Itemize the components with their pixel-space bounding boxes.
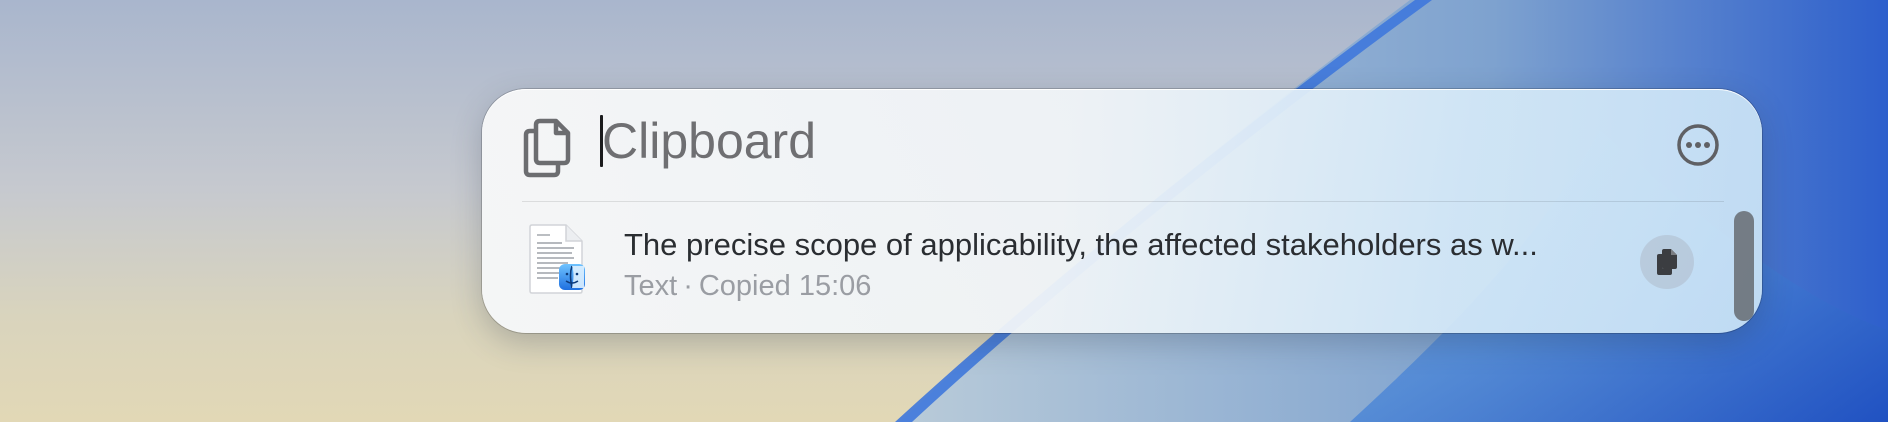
ellipsis-circle-icon[interactable] [1676, 123, 1720, 167]
divider [522, 201, 1724, 202]
copy-button[interactable] [1640, 235, 1694, 289]
search-input[interactable] [602, 109, 1502, 173]
result-copied-time: Copied 15:06 [698, 270, 872, 302]
result-kind: Text [624, 270, 678, 302]
copy-icon [1657, 249, 1677, 275]
scrollbar-thumb[interactable] [1734, 211, 1754, 321]
result-title: The precise scope of applicability, the … [624, 227, 1538, 262]
spotlight-panel: The precise scope of applicability, the … [482, 89, 1762, 333]
finder-icon [558, 263, 586, 291]
clipboard-result-row[interactable]: The precise scope of applicability, the … [512, 207, 1710, 313]
result-meta: Text · Copied 15:06 [624, 270, 871, 303]
search-row [482, 89, 1762, 201]
clipboard-icon [520, 117, 574, 179]
meta-separator: · [683, 270, 693, 302]
